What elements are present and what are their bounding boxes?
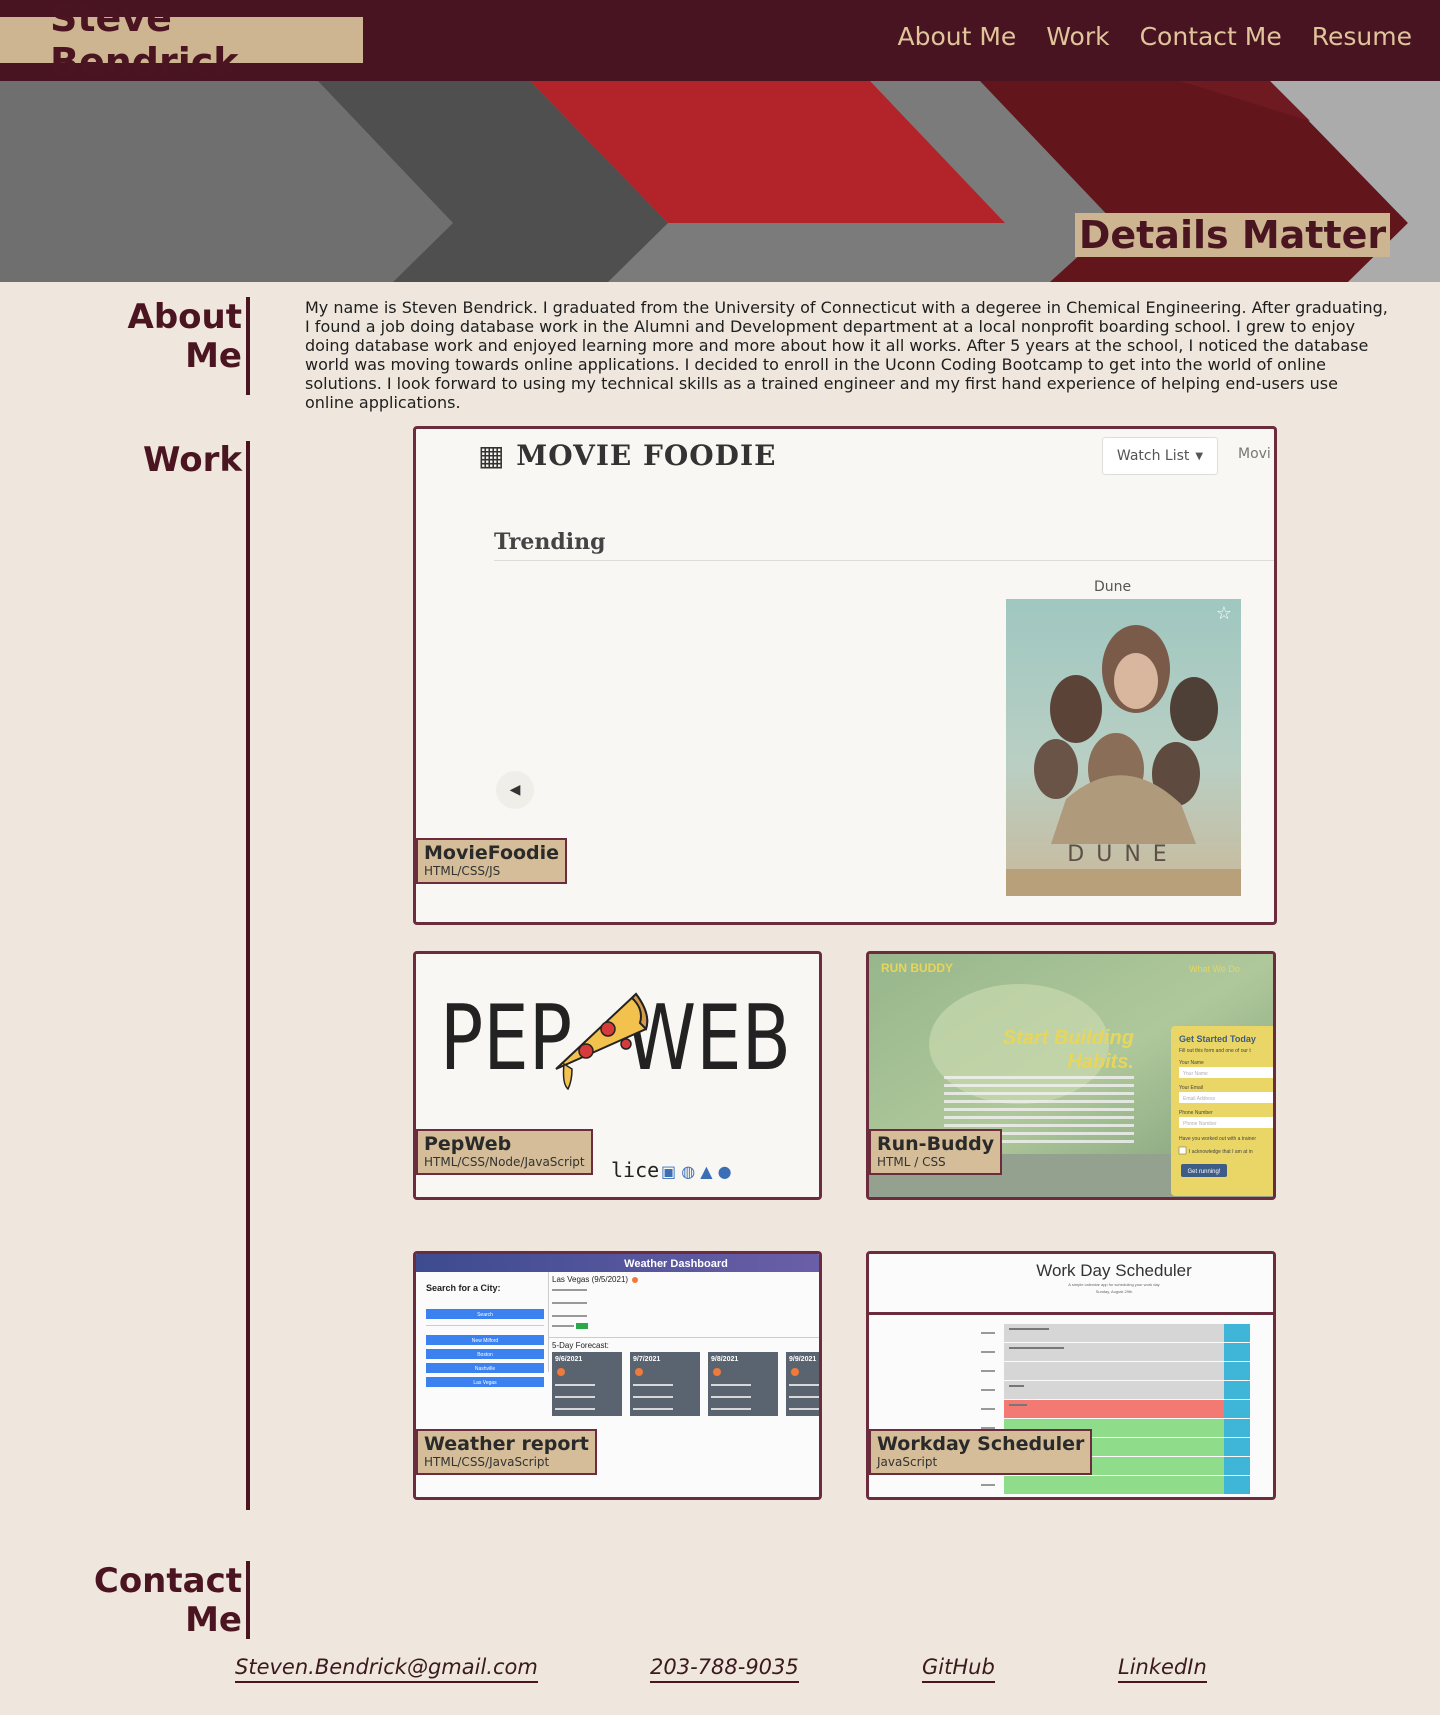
work-title: Work xyxy=(142,440,242,480)
project-card-runbuddy[interactable]: RUN BUDDY What We Do Start Building Habi… xyxy=(866,951,1276,1200)
project-tech: HTML/CSS/JavaScript xyxy=(424,1455,550,1469)
project-label-pepweb: PepWeb HTML/CSS/Node/JavaScript xyxy=(416,1129,593,1175)
project-name: Workday Scheduler xyxy=(877,1433,1085,1455)
weather-forecast-label: 5-Day Forecast: xyxy=(552,1341,609,1350)
site-header: Steve Bendrick About Me Work Contact Me … xyxy=(0,0,1440,84)
project-tech: HTML/CSS/Node/JavaScript xyxy=(424,1155,585,1169)
project-card-pepweb[interactable]: PEP WEB lice ▣ ◍ ▲ ● PepWeb HTML/CSS/Nod… xyxy=(413,951,822,1200)
poster-title-text: DUNE xyxy=(1067,842,1178,867)
moviefoodie-logo-text: MOVIE FOODIE xyxy=(516,439,777,472)
weather-city-3: Nashville xyxy=(475,1366,496,1372)
trending-rule xyxy=(494,560,1274,561)
carousel-prev-icon: ◀ xyxy=(496,771,534,809)
email-link[interactable]: Steven.Bendrick@gmail.com xyxy=(235,1655,538,1683)
project-tech: HTML/CSS/JS xyxy=(424,864,501,878)
star-icon: ☆ xyxy=(1216,603,1232,624)
dune-poster-image: DUNE ☆ xyxy=(1006,599,1241,896)
weather-search-label: Search for a City: xyxy=(426,1283,501,1293)
watch-list-label: Watch List xyxy=(1116,448,1190,464)
scheduler-subtitle: A simple calendar app for scheduling you… xyxy=(1068,1282,1159,1287)
scheduler-date: Sunday, August 29th xyxy=(1096,1289,1133,1294)
nav-about-me[interactable]: About Me xyxy=(897,22,1016,51)
weather-city-2: Boston xyxy=(477,1352,493,1358)
watch-list-dropdown: Watch List ▼ xyxy=(1102,437,1218,475)
project-name: Run-Buddy xyxy=(877,1133,995,1155)
moviefoodie-nav-more: Movi xyxy=(1238,446,1271,462)
brand-banner[interactable]: Steve Bendrick xyxy=(0,0,363,84)
project-card-moviefoodie[interactable]: ▦ MOVIE FOODIE Watch List ▼ Movi Trendin… xyxy=(413,426,1277,925)
phone-link[interactable]: 203-788-9035 xyxy=(650,1655,799,1683)
tagline-banner: Details Matter xyxy=(1075,213,1390,257)
contact-title: Contact Me xyxy=(93,1561,242,1640)
pepweb-footer-text: lice xyxy=(611,1158,659,1182)
project-label-runbuddy: Run-Buddy HTML / CSS xyxy=(869,1129,1003,1175)
nav-resume[interactable]: Resume xyxy=(1312,22,1412,51)
contact-divider xyxy=(246,1561,250,1639)
about-divider xyxy=(246,297,250,395)
project-name: MovieFoodie xyxy=(424,842,560,864)
moviefoodie-logo: ▦ MOVIE FOODIE xyxy=(478,439,776,472)
weather-search-button: Search xyxy=(477,1312,493,1318)
project-card-weather[interactable]: Weather Dashboard Search for a City: Sea… xyxy=(413,1251,822,1500)
github-link[interactable]: GitHub xyxy=(922,1655,995,1683)
weather-title: Weather Dashboard xyxy=(624,1258,728,1270)
linkedin-link[interactable]: LinkedIn xyxy=(1118,1655,1207,1683)
tagline: Details Matter xyxy=(1078,213,1387,257)
project-tech: HTML / CSS xyxy=(877,1155,946,1169)
weather-city-4: Las Vegas xyxy=(473,1380,497,1386)
pepweb-logo-left: PEP xyxy=(440,986,572,1091)
brand-name: Steve Bendrick xyxy=(50,0,239,84)
chevron-down-icon: ▼ xyxy=(1195,450,1204,462)
project-tech: JavaScript xyxy=(877,1455,938,1469)
weather-day-4: 9/9/2021 xyxy=(789,1356,816,1363)
project-label-moviefoodie: MovieFoodie HTML/CSS/JS xyxy=(416,838,568,884)
work-divider xyxy=(246,441,250,1510)
nav-contact-me[interactable]: Contact Me xyxy=(1140,22,1282,51)
about-title: About Me xyxy=(127,297,242,376)
film-title: Dune xyxy=(1094,579,1132,595)
project-name: PepWeb xyxy=(424,1133,512,1155)
weather-city-1: New Milford xyxy=(472,1338,499,1344)
camera-icon: ▣ ◍ ▲ ● xyxy=(661,1162,732,1181)
project-label-scheduler: Workday Scheduler JavaScript xyxy=(869,1429,1093,1475)
scheduler-title: Work Day Scheduler xyxy=(1036,1261,1192,1280)
nav-work[interactable]: Work xyxy=(1046,22,1109,51)
about-text: My name is Steven Bendrick. I graduated … xyxy=(305,298,1388,412)
project-label-weather: Weather report HTML/CSS/JavaScript xyxy=(416,1429,597,1475)
project-name: Weather report xyxy=(424,1433,589,1455)
trending-heading: Trending xyxy=(494,529,606,555)
weather-day-2: 9/7/2021 xyxy=(633,1356,660,1363)
pepweb-logo-right: WEB xyxy=(625,986,791,1091)
main-nav: About Me Work Contact Me Resume xyxy=(897,22,1412,51)
weather-current: Las Vegas (9/5/2021) xyxy=(552,1275,628,1284)
weather-day-3: 9/8/2021 xyxy=(711,1356,738,1363)
film-icon: ▦ xyxy=(478,439,506,472)
project-card-scheduler[interactable]: Work Day Scheduler A simple calendar app… xyxy=(866,1251,1276,1500)
weather-day-1: 9/6/2021 xyxy=(555,1356,582,1363)
